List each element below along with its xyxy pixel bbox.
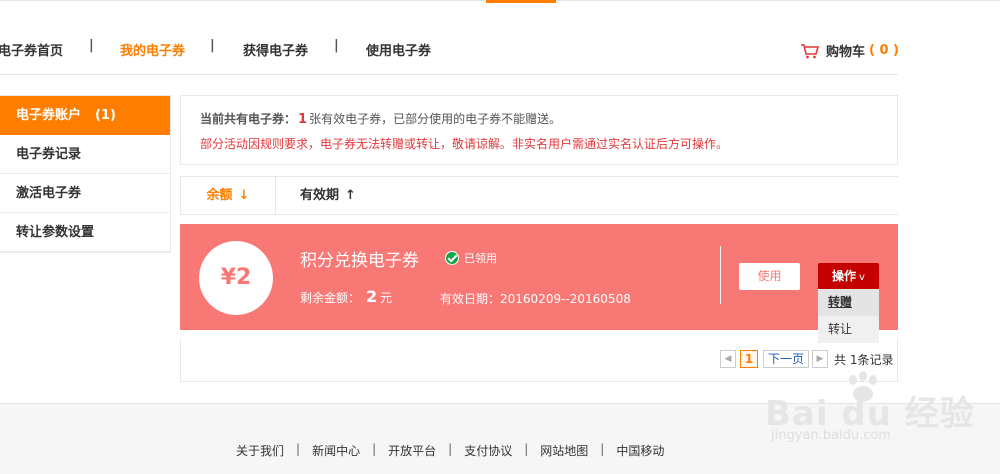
sort-validity-label: 有效期 [300, 188, 340, 203]
coupon-warning: 部分活动因规则要求，电子券无法转赠或转让，敬请谅解。非实名用户需通过实名认证后方… [200, 137, 729, 151]
next-page-button[interactable]: 下一页 [763, 350, 810, 368]
sort-by-balance[interactable]: 余额 ↓ [181, 177, 276, 214]
top-nav: 电子券首页 | 我的电子券 | 获得电子券 | 使用电子券 购物车 ( 0 ) [0, 28, 1000, 68]
footer-link-about[interactable]: 关于我们 [236, 442, 284, 459]
sort-bar: 余额 ↓ 有效期 ↑ [180, 176, 898, 215]
coupon-card: ¥2 积分兑换电子券 已领用 剩余金额： 2 元 有效日期：20160209--20… [180, 224, 898, 330]
sidebar-item-count: (1) [95, 108, 116, 123]
cart-link[interactable]: 购物车 ( 0 ) [800, 41, 899, 60]
arrow-up-icon: ↑ [345, 188, 356, 203]
coupon-expiry: 有效日期：20160209--20160508 [440, 290, 631, 307]
operation-button-label: 操作 [832, 269, 857, 283]
coupon-count-line: 当前共有电子券： 1 张有效电子券，已部分使用的电子券不能赠送。 [200, 110, 897, 127]
remaining-label: 剩余金额： [300, 291, 361, 305]
nav-item-get-coupons[interactable]: 获得电子券 [243, 40, 308, 59]
sidebar: 电子券账户 (1) 电子券记录 激活电子券 转让参数设置 [0, 95, 171, 253]
sidebar-item-transfer-settings[interactable]: 转让参数设置 [0, 213, 170, 252]
footer-link-open-platform[interactable]: 开放平台 [388, 442, 436, 459]
prev-page-icon[interactable]: ◀ [720, 350, 736, 368]
footer-separator: | [524, 442, 529, 456]
sidebar-item-activate-coupon[interactable]: 激活电子券 [0, 174, 170, 213]
sidebar-item-label: 电子券记录 [16, 147, 82, 162]
nav-separator: | [210, 38, 215, 53]
coupon-count: 1 [298, 112, 308, 127]
expiry-label: 有效日期： [440, 292, 501, 306]
sidebar-item-label: 转让参数设置 [16, 225, 95, 240]
check-circle-icon [445, 251, 459, 265]
footer-separator: | [600, 442, 605, 456]
coupon-notice: 当前共有电子券： 1 张有效电子券，已部分使用的电子券不能赠送。 部分活动因规则要求… [180, 95, 898, 165]
coupon-amount-badge: ¥2 [199, 241, 273, 315]
nav-item-my-coupons[interactable]: 我的电子券 [120, 40, 185, 59]
sidebar-item-label: 激活电子券 [16, 186, 82, 201]
footer-links: 关于我们 | 新闻中心 | 开放平台 | 支付协议 | 网站地图 | 中国移动 [236, 442, 664, 459]
coupon-title: 积分兑换电子券 [300, 251, 419, 271]
coupon-count-prefix: 当前共有电子券： [200, 112, 297, 126]
use-button[interactable]: 使用 [739, 263, 800, 290]
coupon-status-label: 已领用 [464, 252, 497, 265]
top-accent-bar [486, 0, 556, 3]
sort-by-validity[interactable]: 有效期 ↑ [276, 177, 356, 214]
expiry-range: 20160209--20160508 [500, 292, 631, 306]
record-total: 共 1条记录 [834, 352, 894, 367]
nav-separator: | [89, 38, 94, 53]
shopping-cart-icon [801, 43, 820, 58]
footer-link-news[interactable]: 新闻中心 [312, 442, 360, 459]
arrow-down-icon: ↓ [238, 188, 250, 203]
nav-separator: | [334, 38, 339, 53]
sidebar-item-coupon-records[interactable]: 电子券记录 [0, 135, 170, 174]
pagination: ◀ 1 下一页 ▶ 共 1条记录 [720, 350, 893, 368]
sidebar-item-label: 电子券账户 [16, 108, 82, 123]
footer-link-sitemap[interactable]: 网站地图 [540, 442, 588, 459]
page-number-current[interactable]: 1 [740, 350, 758, 368]
operation-dropdown: 转赠 转让 [818, 289, 879, 343]
sidebar-item-coupon-account[interactable]: 电子券账户 (1) [0, 96, 170, 135]
coupon-count-suffix: 张有效电子券，已部分使用的电子券不能赠送。 [309, 112, 562, 126]
remaining-unit: 元 [380, 291, 393, 305]
operation-button[interactable]: 操作 v [818, 263, 879, 290]
footer-separator: | [296, 442, 301, 456]
sort-balance-label: 余额 [206, 188, 233, 203]
coupon-remaining: 剩余金额： 2 元 [300, 287, 392, 306]
footer-separator: | [372, 442, 377, 456]
nav-divider [0, 74, 898, 75]
dropdown-item-gift[interactable]: 转赠 [818, 289, 879, 316]
coupon-status: 已领用 [445, 250, 497, 266]
chevron-down-icon: v [859, 272, 865, 283]
remaining-amount: 2 [366, 287, 378, 306]
nav-item-use-coupons[interactable]: 使用电子券 [366, 40, 431, 59]
footer-separator: | [448, 442, 453, 456]
footer-link-payment-agreement[interactable]: 支付协议 [464, 442, 512, 459]
top-border [0, 0, 1000, 3]
nav-item-coupon-home[interactable]: 电子券首页 [0, 40, 63, 59]
footer-link-china-mobile[interactable]: 中国移动 [616, 442, 664, 459]
cart-label: 购物车 [826, 45, 866, 60]
coupon-divider [720, 246, 721, 304]
watermark-url: jingyan.baidu.com [771, 428, 891, 443]
baidu-watermark: Bai du 经验 jingyan.baidu.com [765, 371, 974, 453]
next-page-icon[interactable]: ▶ [812, 350, 829, 368]
cart-count: ( 0 ) [869, 43, 899, 58]
